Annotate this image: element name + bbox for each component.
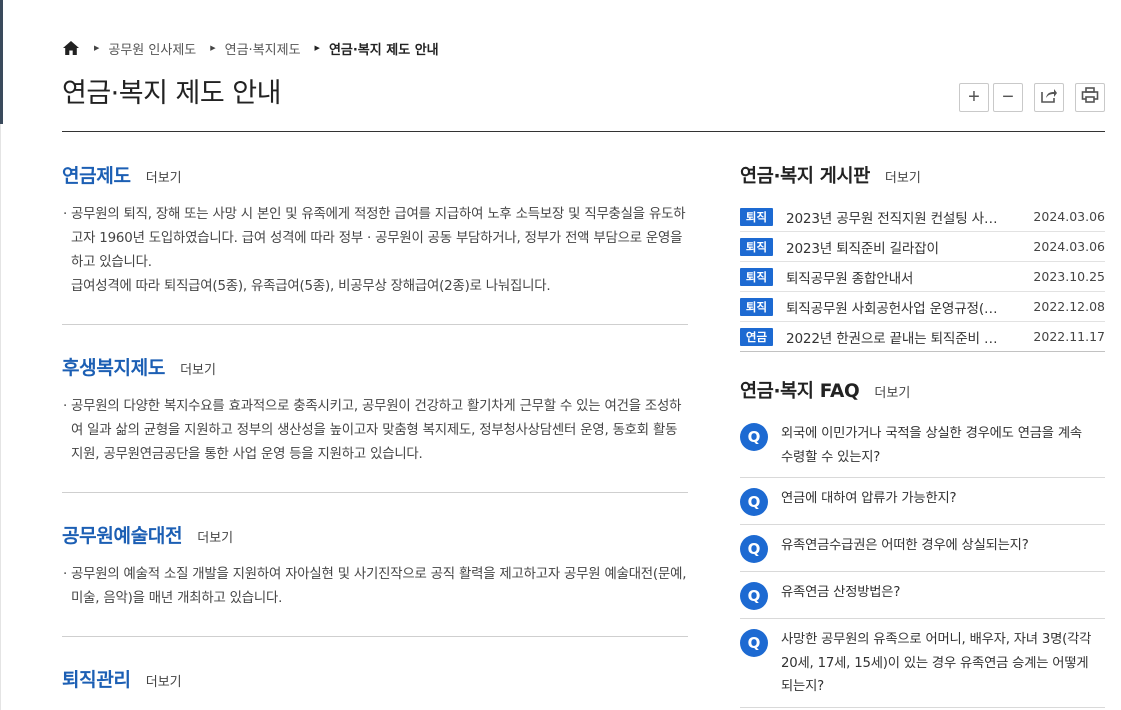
board-item-title[interactable]: 2022년 한권으로 끝내는 퇴직준비 … bbox=[786, 327, 1025, 347]
faq-question[interactable]: 유족연금 산정방법은? bbox=[781, 581, 908, 610]
board-item-date: 2024.03.06 bbox=[1033, 239, 1105, 254]
bullet-dot: · bbox=[63, 399, 68, 414]
faq-question[interactable]: 유족연금수급권은 어떠한 경우에 상실되는지? bbox=[781, 534, 1037, 563]
section-text: 공무원의 퇴직, 장해 또는 사망 시 본인 및 유족에게 적정한 급여를 지급… bbox=[71, 207, 686, 270]
more-link[interactable]: 더보기 bbox=[885, 167, 921, 186]
print-button[interactable] bbox=[1075, 83, 1105, 112]
plus-icon: + bbox=[968, 86, 980, 108]
board-item-title[interactable]: 퇴직공무원 종합안내서 bbox=[786, 267, 1025, 287]
question-icon: Q bbox=[740, 582, 768, 610]
faq-item[interactable]: Q 유족연금 산정방법은? bbox=[740, 572, 1105, 619]
faq-panel: 연금·복지 FAQ 더보기 Q 외국에 이민가거나 국적을 상실한 경우에도 연… bbox=[740, 377, 1105, 708]
faq-list: Q 외국에 이민가거나 국적을 상실한 경우에도 연금을 계속 수령할 수 있는… bbox=[740, 413, 1105, 708]
more-link[interactable]: 더보기 bbox=[146, 167, 182, 186]
share-icon bbox=[1040, 86, 1058, 109]
section-description: · 공무원의 다양한 복지수요를 효과적으로 충족시키고, 공무원이 건강하고 … bbox=[62, 395, 688, 467]
breadcrumb-item[interactable]: ▶ 공무원 인사제도 bbox=[94, 39, 196, 58]
board-title: 연금·복지 게시판 bbox=[740, 166, 870, 187]
question-icon: Q bbox=[740, 535, 768, 563]
left-edge-line bbox=[0, 124, 1, 710]
section-title: 공무원예술대전 bbox=[62, 525, 183, 547]
board-item-date: 2022.12.08 bbox=[1033, 299, 1105, 314]
section-pension: 연금제도 더보기 · 공무원의 퇴직, 장해 또는 사망 시 본인 및 유족에게… bbox=[62, 161, 688, 299]
board-item[interactable]: 퇴직 2023년 퇴직준비 길라잡이 2024.03.06 bbox=[740, 232, 1105, 262]
board-item[interactable]: 퇴직 퇴직공무원 사회공헌사업 운영규정(… 2022.12.08 bbox=[740, 292, 1105, 322]
section-title: 후생복지제도 bbox=[62, 357, 166, 379]
page-title: 연금·복지 제도 안내 bbox=[62, 78, 281, 109]
breadcrumb-arrow-icon: ▶ bbox=[314, 44, 320, 52]
minus-icon: − bbox=[1002, 86, 1014, 108]
faq-question[interactable]: 외국에 이민가거나 국적을 상실한 경우에도 연금을 계속 수령할 수 있는지? bbox=[781, 422, 1105, 469]
board-panel: 연금·복지 게시판 더보기 퇴직 2023년 공무원 전직지원 컨설팅 사… 2… bbox=[740, 162, 1105, 352]
category-badge: 퇴직 bbox=[740, 207, 773, 226]
category-badge: 퇴직 bbox=[740, 267, 773, 286]
section-text: 공무원의 다양한 복지수요를 효과적으로 충족시키고, 공무원이 건강하고 활기… bbox=[71, 399, 682, 462]
section-retirement: 퇴직관리 더보기 bbox=[62, 665, 688, 692]
category-badge: 연금 bbox=[740, 327, 773, 346]
question-icon: Q bbox=[740, 629, 768, 657]
section-divider bbox=[62, 492, 688, 493]
board-item-title[interactable]: 2023년 공무원 전직지원 컨설팅 사… bbox=[786, 207, 1025, 227]
home-icon[interactable] bbox=[62, 40, 80, 56]
category-badge: 퇴직 bbox=[740, 297, 773, 316]
faq-question[interactable]: 연금에 대하여 압류가 가능한지? bbox=[781, 487, 964, 516]
board-item[interactable]: 연금 2022년 한권으로 끝내는 퇴직준비 … 2022.11.17 bbox=[740, 322, 1105, 352]
section-text: 공무원의 예술적 소질 개발을 지원하여 자아실현 및 사기진작으로 공직 활력… bbox=[71, 567, 687, 606]
section-art-contest: 공무원예술대전 더보기 · 공무원의 예술적 소질 개발을 지원하여 자아실현 … bbox=[62, 521, 688, 611]
page-tools: + − bbox=[959, 83, 1105, 112]
more-link[interactable]: 더보기 bbox=[180, 359, 216, 378]
board-item[interactable]: 퇴직 퇴직공무원 종합안내서 2023.10.25 bbox=[740, 262, 1105, 292]
breadcrumb-current: ▶ 연금·복지 제도 안내 bbox=[315, 39, 439, 58]
board-list: 퇴직 2023년 공무원 전직지원 컨설팅 사… 2024.03.06 퇴직 2… bbox=[740, 202, 1105, 352]
zoom-in-button[interactable]: + bbox=[959, 83, 989, 112]
section-title: 연금제도 bbox=[62, 165, 131, 187]
breadcrumb-item[interactable]: ▶ 연금·복지제도 bbox=[210, 39, 300, 58]
category-badge: 퇴직 bbox=[740, 237, 773, 256]
question-icon: Q bbox=[740, 488, 768, 516]
faq-item[interactable]: Q 사망한 공무원의 유족으로 어머니, 배우자, 자녀 3명(각각 20세, … bbox=[740, 619, 1105, 708]
faq-item[interactable]: Q 유족연금수급권은 어떠한 경우에 상실되는지? bbox=[740, 525, 1105, 572]
share-button[interactable] bbox=[1034, 83, 1064, 112]
left-edge-bar bbox=[0, 0, 3, 124]
faq-item[interactable]: Q 외국에 이민가거나 국적을 상실한 경우에도 연금을 계속 수령할 수 있는… bbox=[740, 413, 1105, 478]
title-divider bbox=[62, 131, 1105, 132]
more-link[interactable]: 더보기 bbox=[146, 671, 182, 690]
bullet-dot: · bbox=[63, 207, 68, 222]
breadcrumb: ▶ 공무원 인사제도 ▶ 연금·복지제도 ▶ 연금·복지 제도 안내 bbox=[62, 38, 453, 58]
zoom-out-button[interactable]: − bbox=[993, 83, 1023, 112]
section-divider bbox=[62, 324, 688, 325]
question-icon: Q bbox=[740, 423, 768, 451]
breadcrumb-arrow-icon: ▶ bbox=[94, 44, 100, 52]
faq-question[interactable]: 사망한 공무원의 유족으로 어머니, 배우자, 자녀 3명(각각 20세, 17… bbox=[781, 628, 1105, 699]
board-item[interactable]: 퇴직 2023년 공무원 전직지원 컨설팅 사… 2024.03.06 bbox=[740, 202, 1105, 232]
breadcrumb-label: 연금·복지제도 bbox=[224, 42, 301, 58]
board-item-date: 2024.03.06 bbox=[1033, 209, 1105, 224]
board-item-title[interactable]: 2023년 퇴직준비 길라잡이 bbox=[786, 237, 1025, 257]
section-divider bbox=[62, 636, 688, 637]
section-text: 급여성격에 따라 퇴직급여(5종), 유족급여(5종), 비공무상 장해급여(2… bbox=[71, 279, 551, 294]
bullet-dot: · bbox=[63, 567, 68, 582]
breadcrumb-label: 공무원 인사제도 bbox=[108, 42, 197, 58]
more-link[interactable]: 더보기 bbox=[874, 382, 910, 401]
faq-title: 연금·복지 FAQ bbox=[740, 381, 860, 402]
board-item-date: 2023.10.25 bbox=[1033, 269, 1105, 284]
faq-item[interactable]: Q 연금에 대하여 압류가 가능한지? bbox=[740, 478, 1105, 525]
board-item-date: 2022.11.17 bbox=[1033, 329, 1105, 344]
print-icon bbox=[1081, 86, 1099, 109]
section-description: · 공무원의 예술적 소질 개발을 지원하여 자아실현 및 사기진작으로 공직 … bbox=[62, 563, 688, 611]
section-title: 퇴직관리 bbox=[62, 669, 131, 691]
more-link[interactable]: 더보기 bbox=[197, 527, 233, 546]
breadcrumb-label: 연금·복지 제도 안내 bbox=[328, 42, 439, 58]
section-description: · 공무원의 퇴직, 장해 또는 사망 시 본인 및 유족에게 적정한 급여를 … bbox=[62, 203, 688, 299]
breadcrumb-arrow-icon: ▶ bbox=[210, 44, 216, 52]
section-welfare: 후생복지제도 더보기 · 공무원의 다양한 복지수요를 효과적으로 충족시키고,… bbox=[62, 353, 688, 467]
board-item-title[interactable]: 퇴직공무원 사회공헌사업 운영규정(… bbox=[786, 297, 1025, 317]
